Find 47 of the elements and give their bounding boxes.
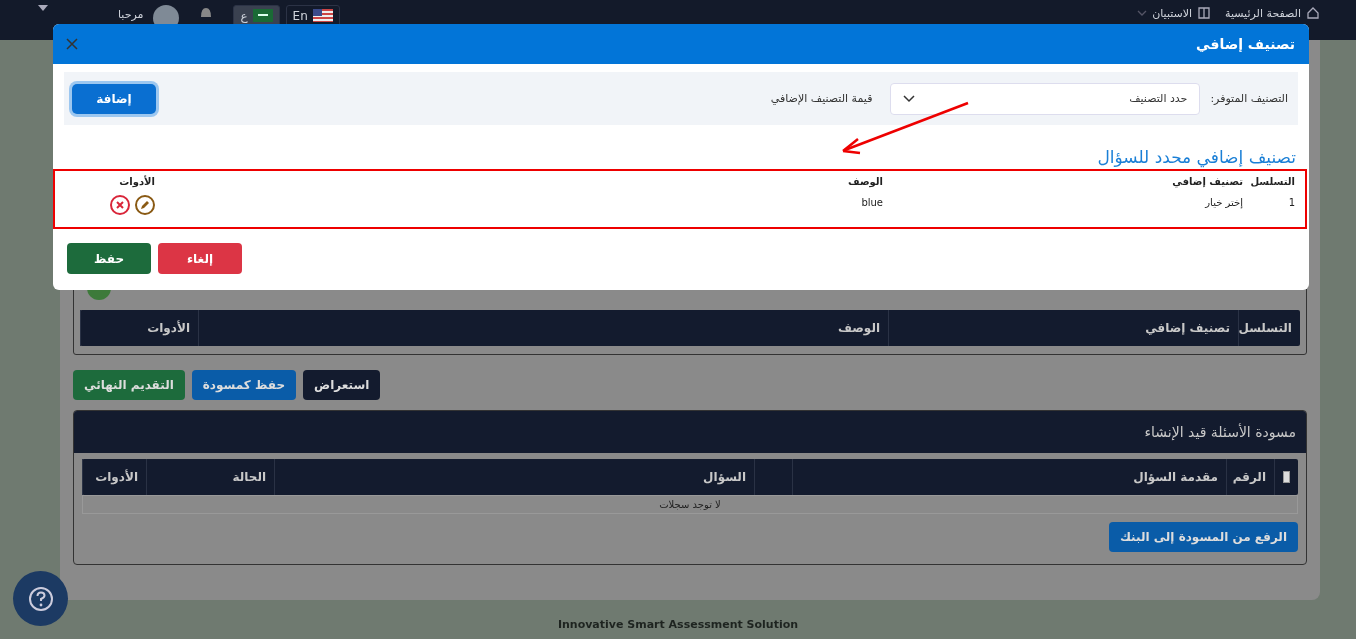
action-button[interactable]: التقديم النهائي [73,370,185,400]
dialog-title: تصنيف إضافي [1196,36,1295,52]
close-button[interactable] [65,37,79,51]
column-header: التسلسل [1238,310,1300,346]
column-header: السؤال [274,459,754,495]
field-label: التصنيف المتوفر: [1210,92,1288,105]
column-header: تصنيف إضافي [888,310,1238,346]
edit-icon[interactable] [135,195,155,215]
select-all-checkbox[interactable] [1283,471,1290,483]
column-header: الرقم [1226,459,1274,495]
column-header: الحالة [146,459,274,495]
caret-icon[interactable] [38,5,48,11]
classification-select[interactable]: حدد التصنيف [890,82,1201,115]
dialog-button[interactable]: حفظ [67,243,151,274]
column-header: الأدوات [82,459,146,495]
flag-icon [312,9,333,22]
table-cell-text: 1 [1287,196,1295,210]
chevron-icon[interactable] [903,94,916,103]
empty-message: لا توجد سجلات [82,495,1298,514]
column-header: التسلسل [1249,175,1295,189]
action-button[interactable]: استعراض [303,370,381,400]
nav-link[interactable]: الاستبيان [1152,6,1193,20]
flag-icon [252,9,273,22]
field-label: قيمة التصنيف الإضافي [770,92,873,105]
add-button[interactable]: إضافة [72,83,156,114]
column-header: الأدوات [118,174,155,189]
nav-link[interactable]: الصفحة الرئيسية [1225,6,1301,20]
dialog-button[interactable]: إلغاء [158,243,242,274]
column-header: الوصف [846,175,883,189]
column-header: تصنيف إضافي [1171,175,1243,189]
table-cell-text: blue [860,196,883,210]
upload-button[interactable]: الرفع من المسودة إلى البنك [1108,522,1298,552]
section-title: تصنيف إضافي محدد للسؤال [1096,147,1296,167]
home-icon [1306,6,1320,20]
column-header: الأدوات [80,310,198,346]
section-title: مسودة الأسئلة قيد الإنشاء [1144,424,1296,440]
delete-icon[interactable] [110,195,130,215]
table-cell-text: إختر خيار [1203,196,1243,211]
greeting: مرحبا [118,8,144,21]
action-button[interactable]: حفظ كمسودة [191,370,297,400]
help-icon [27,585,54,612]
bell-icon[interactable] [199,5,214,19]
book-icon [1197,6,1212,20]
column-header: الوصف [198,310,888,346]
footer-text: Innovative Smart Assessment Solution [557,618,799,631]
help-button[interactable] [13,571,68,626]
column-header: مقدمة السؤال [792,459,1226,495]
